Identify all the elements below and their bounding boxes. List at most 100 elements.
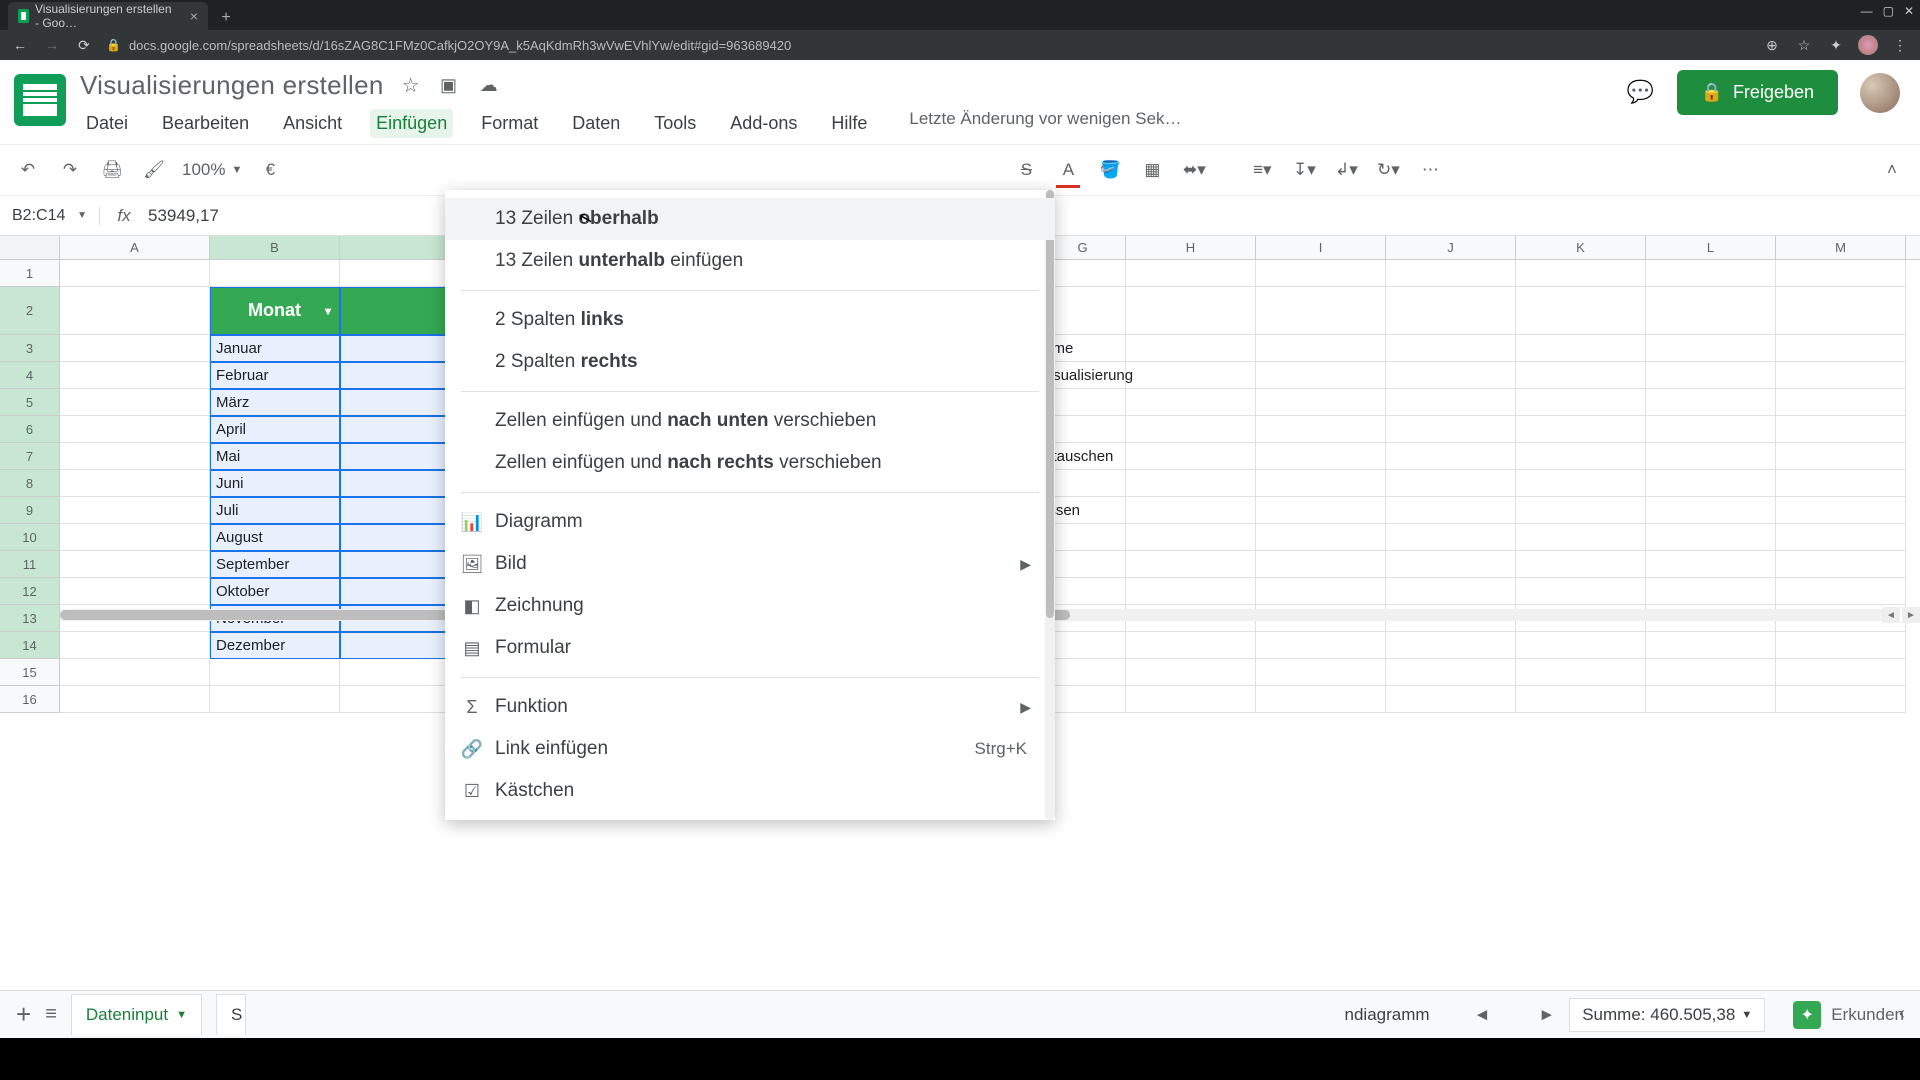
- collapse-toolbar-icon[interactable]: ˄: [1878, 156, 1906, 184]
- cell[interactable]: Mai: [210, 443, 340, 470]
- cell[interactable]: [1256, 389, 1386, 416]
- col-header-h[interactable]: H: [1126, 236, 1256, 259]
- menu-insert-checkbox[interactable]: ☑ Kästchen: [445, 770, 1055, 812]
- cell[interactable]: [1646, 287, 1776, 335]
- cell[interactable]: August: [210, 524, 340, 551]
- row-header[interactable]: 4: [0, 362, 60, 389]
- cell[interactable]: [1256, 287, 1386, 335]
- row-header[interactable]: 9: [0, 497, 60, 524]
- menu-insert-image[interactable]: 🖼 Bild ▶: [445, 543, 1055, 585]
- cell[interactable]: [1776, 260, 1906, 287]
- cell[interactable]: März: [210, 389, 340, 416]
- cell[interactable]: [1646, 686, 1776, 713]
- bookmark-star-icon[interactable]: ☆: [1794, 35, 1814, 55]
- explore-button[interactable]: ✦ Erkunden: [1793, 1001, 1904, 1029]
- cell[interactable]: [1256, 335, 1386, 362]
- cell[interactable]: [1776, 632, 1906, 659]
- sheet-nav-right[interactable]: ►: [1538, 1005, 1555, 1025]
- wrap-button[interactable]: ↲▾: [1332, 156, 1360, 184]
- cell[interactable]: [1126, 470, 1256, 497]
- cell[interactable]: [1646, 632, 1776, 659]
- row-header[interactable]: 11: [0, 551, 60, 578]
- cell[interactable]: [1386, 659, 1516, 686]
- menu-tools[interactable]: Tools: [648, 109, 702, 138]
- row-header[interactable]: 7: [0, 443, 60, 470]
- col-header-b[interactable]: B: [210, 236, 340, 259]
- sheet-tab-active[interactable]: Dateninput ▼: [71, 994, 202, 1035]
- cell[interactable]: [1126, 578, 1256, 605]
- cell[interactable]: [1256, 416, 1386, 443]
- formula-bar[interactable]: 53949,17: [148, 206, 219, 226]
- cell[interactable]: [1256, 578, 1386, 605]
- cell[interactable]: [1776, 551, 1906, 578]
- cell[interactable]: [1646, 551, 1776, 578]
- row-header[interactable]: 13: [0, 605, 60, 632]
- cell[interactable]: [1386, 389, 1516, 416]
- col-header-m[interactable]: M: [1776, 236, 1906, 259]
- cell[interactable]: [60, 578, 210, 605]
- cell[interactable]: Juni: [210, 470, 340, 497]
- reload-button[interactable]: ⟳: [74, 35, 94, 55]
- cell[interactable]: [1256, 497, 1386, 524]
- cell[interactable]: [1126, 551, 1256, 578]
- last-change-text[interactable]: Letzte Änderung vor wenigen Sek…: [909, 109, 1181, 138]
- select-all-corner[interactable]: [0, 236, 60, 259]
- cell[interactable]: Februar: [210, 362, 340, 389]
- cell[interactable]: [1776, 659, 1906, 686]
- cell[interactable]: [1256, 470, 1386, 497]
- cell[interactable]: [1126, 389, 1256, 416]
- cell[interactable]: [60, 470, 210, 497]
- cell[interactable]: [1516, 524, 1646, 551]
- cell[interactable]: April: [210, 416, 340, 443]
- cell[interactable]: [1256, 362, 1386, 389]
- sheet-tab-partial[interactable]: ndiagramm: [1345, 1005, 1430, 1025]
- cell[interactable]: [60, 362, 210, 389]
- row-header[interactable]: 15: [0, 659, 60, 686]
- menu-insert-chart[interactable]: 📊 Diagramm: [445, 501, 1055, 543]
- cell[interactable]: [1646, 362, 1776, 389]
- cell[interactable]: [1386, 287, 1516, 335]
- cell[interactable]: [1126, 362, 1256, 389]
- cell[interactable]: [1126, 659, 1256, 686]
- sheet-nav-left[interactable]: ◄: [1474, 1005, 1491, 1025]
- col-header-l[interactable]: L: [1646, 236, 1776, 259]
- cell[interactable]: [1776, 362, 1906, 389]
- scroll-arrows[interactable]: ◄►: [1882, 607, 1920, 623]
- menu-insert-cells-down[interactable]: Zellen einfügen und nach unten verschieb…: [445, 400, 1055, 442]
- cell[interactable]: [1126, 416, 1256, 443]
- cell[interactable]: [1646, 335, 1776, 362]
- cell[interactable]: [1256, 443, 1386, 470]
- cell[interactable]: [1256, 632, 1386, 659]
- cell[interactable]: [1516, 335, 1646, 362]
- cell[interactable]: [1776, 389, 1906, 416]
- extensions-icon[interactable]: ✦: [1826, 35, 1846, 55]
- share-button[interactable]: 🔒 Freigeben: [1677, 70, 1838, 115]
- menu-addons[interactable]: Add-ons: [724, 109, 803, 138]
- url-text[interactable]: docs.google.com/spreadsheets/d/16sZAG8C1…: [129, 38, 791, 53]
- row-header[interactable]: 12: [0, 578, 60, 605]
- cell[interactable]: [60, 551, 210, 578]
- col-header-i[interactable]: I: [1256, 236, 1386, 259]
- cell[interactable]: [60, 335, 210, 362]
- cell[interactable]: [1386, 470, 1516, 497]
- cell[interactable]: [1646, 260, 1776, 287]
- cell[interactable]: [1776, 686, 1906, 713]
- sheet-tab-other[interactable]: S: [216, 994, 246, 1035]
- star-icon[interactable]: ☆: [402, 73, 420, 98]
- menu-insert-function[interactable]: Σ Funktion ▶: [445, 686, 1055, 728]
- cell[interactable]: [1386, 416, 1516, 443]
- document-title[interactable]: Visualisierungen erstellen: [80, 70, 384, 101]
- new-tab-button[interactable]: +: [214, 6, 238, 30]
- cell[interactable]: Januar: [210, 335, 340, 362]
- cell[interactable]: [1516, 470, 1646, 497]
- cell[interactable]: [1126, 497, 1256, 524]
- browser-menu-icon[interactable]: ⋮: [1890, 35, 1910, 55]
- cell[interactable]: [1516, 443, 1646, 470]
- cell[interactable]: [1386, 524, 1516, 551]
- quick-sum[interactable]: Summe: 460.505,38 ▼: [1569, 998, 1765, 1032]
- cell[interactable]: [1646, 470, 1776, 497]
- row-header[interactable]: 3: [0, 335, 60, 362]
- cell[interactable]: [60, 659, 210, 686]
- cell[interactable]: [60, 260, 210, 287]
- name-box[interactable]: B2:C14 ▼: [0, 207, 100, 225]
